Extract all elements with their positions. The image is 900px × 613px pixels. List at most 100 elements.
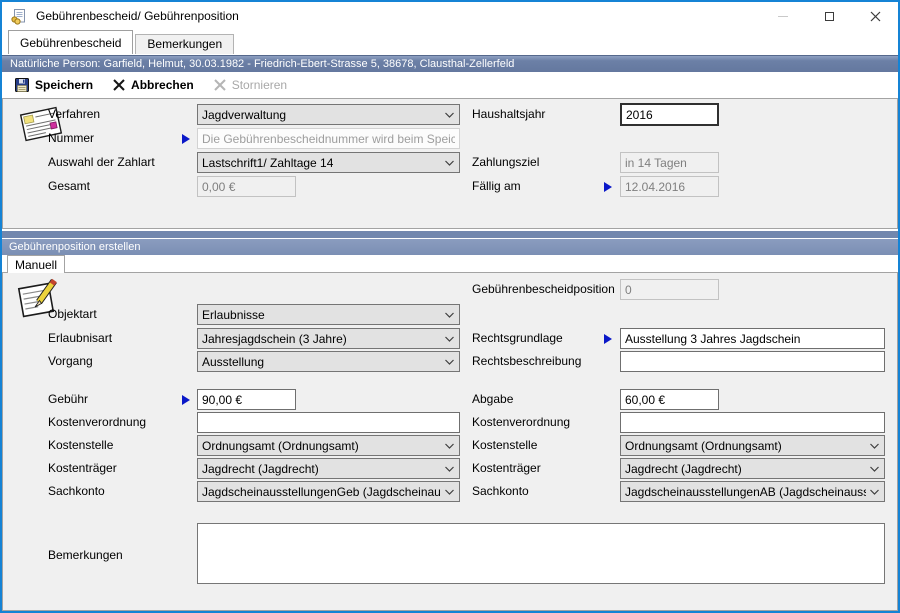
gebuehrenbescheidposition-label: Gebührenbescheidposition — [472, 279, 615, 300]
maximize-button[interactable] — [806, 2, 852, 30]
chevron-down-icon — [870, 489, 879, 495]
sachkonto-right-select[interactable]: JagdscheinausstellungenAB (Jagdscheinaus… — [620, 481, 885, 502]
zahlart-select[interactable]: Lastschrift1/ Zahltage 14 — [197, 152, 460, 173]
storno-button: Stornieren — [208, 76, 293, 94]
kostenverordnung-right-input[interactable] — [620, 412, 885, 433]
faellig-input — [620, 176, 719, 197]
toolbar: Speichern Abbrechen Stornieren — [2, 72, 898, 98]
required-arrow-icon — [182, 395, 190, 405]
chevron-down-icon — [445, 359, 454, 365]
cancel-button[interactable]: Abbrechen — [107, 76, 200, 94]
title-bar: Gebührenbescheid/ Gebührenposition — [2, 2, 898, 30]
close-button[interactable] — [852, 2, 898, 30]
bemerkungen-label: Bemerkungen — [48, 545, 123, 566]
kostenstelle-right-select[interactable]: Ordnungsamt (Ordnungsamt) — [620, 435, 885, 456]
chevron-down-icon — [445, 160, 454, 166]
haushaltsjahr-label: Haushaltsjahr — [472, 104, 545, 125]
chevron-down-icon — [445, 336, 454, 342]
haushaltsjahr-input[interactable] — [620, 103, 719, 126]
gebuehrenbescheidposition-input — [620, 279, 719, 300]
chevron-down-icon — [445, 466, 454, 472]
erlaubnisart-value: Jahresjagdschein (3 Jahre) — [202, 332, 347, 346]
kostenverordnung-right-label: Kostenverordnung — [472, 412, 570, 433]
required-arrow-icon — [182, 134, 190, 144]
objektart-label: Objektart — [48, 304, 97, 325]
rechtsbeschreibung-label: Rechtsbeschreibung — [472, 351, 581, 372]
cancel-x-icon — [113, 79, 125, 91]
sachkonto-left-select[interactable]: JagdscheinausstellungenGeb (Jagdscheinau… — [197, 481, 460, 502]
kostentraeger-right-value: Jagdrecht (Jagdrecht) — [625, 462, 742, 476]
minimize-icon — [778, 16, 788, 17]
chevron-down-icon — [445, 112, 454, 118]
zahlungsziel-label: Zahlungsziel — [472, 152, 539, 173]
section-header: Gebührenposition erstellen — [2, 239, 898, 255]
kostenstelle-left-label: Kostenstelle — [48, 435, 113, 456]
maximize-icon — [825, 12, 834, 21]
verfahren-value: Jagdverwaltung — [202, 108, 286, 122]
tab-bemerkungen[interactable]: Bemerkungen — [135, 34, 234, 54]
chevron-down-icon — [445, 489, 454, 495]
dialog-window: Gebührenbescheid/ Gebührenposition Gebüh… — [0, 0, 900, 613]
zahlungsziel-input — [620, 152, 719, 173]
save-button[interactable]: Speichern — [9, 76, 99, 94]
zahlart-value: Lastschrift1/ Zahltage 14 — [202, 156, 333, 170]
gebuehr-input[interactable] — [197, 389, 296, 410]
rechtsbeschreibung-input[interactable] — [620, 351, 885, 372]
kostenstelle-right-value: Ordnungsamt (Ordnungsamt) — [625, 439, 782, 453]
fee-document-icon — [10, 8, 27, 25]
cancel-label: Abbrechen — [131, 78, 194, 92]
kostentraeger-right-select[interactable]: Jagdrecht (Jagdrecht) — [620, 458, 885, 479]
kostentraeger-right-label: Kostenträger — [472, 458, 541, 479]
save-label: Speichern — [35, 78, 93, 92]
close-icon — [870, 11, 881, 22]
kostentraeger-left-label: Kostenträger — [48, 458, 117, 479]
kostenstelle-right-label: Kostenstelle — [472, 435, 537, 456]
kostentraeger-left-select[interactable]: Jagdrecht (Jagdrecht) — [197, 458, 460, 479]
sachkonto-right-label: Sachkonto — [472, 481, 529, 502]
bemerkungen-textarea[interactable] — [197, 523, 885, 584]
verfahren-select[interactable]: Jagdverwaltung — [197, 104, 460, 125]
zahlart-label: Auswahl der Zahlart — [48, 152, 155, 173]
kostenstelle-left-select[interactable]: Ordnungsamt (Ordnungsamt) — [197, 435, 460, 456]
abgabe-input[interactable] — [620, 389, 719, 410]
gesamt-label: Gesamt — [48, 176, 90, 197]
nummer-label: Nummer — [48, 128, 94, 149]
rechtsgrundlage-label: Rechtsgrundlage — [472, 328, 563, 349]
kostentraeger-left-value: Jagdrecht (Jagdrecht) — [202, 462, 319, 476]
kostenverordnung-left-label: Kostenverordnung — [48, 412, 146, 433]
window-title: Gebührenbescheid/ Gebührenposition — [36, 9, 239, 23]
erlaubnisart-select[interactable]: Jahresjagdschein (3 Jahre) — [197, 328, 460, 349]
sachkonto-left-value: JagdscheinausstellungenGeb (Jagdscheinau… — [202, 485, 441, 499]
caption-buttons — [760, 2, 898, 30]
vorgang-label: Vorgang — [48, 351, 93, 372]
person-info-bar: Natürliche Person: Garfield, Helmut, 30.… — [2, 55, 898, 72]
kostenverordnung-left-input[interactable] — [197, 412, 460, 433]
vorgang-value: Ausstellung — [202, 355, 264, 369]
storno-x-icon — [214, 79, 226, 91]
sachkonto-left-label: Sachkonto — [48, 481, 105, 502]
gebuehr-label: Gebühr — [48, 389, 88, 410]
chevron-down-icon — [445, 443, 454, 449]
minimize-button — [760, 2, 806, 30]
section-divider — [2, 231, 898, 238]
required-arrow-icon — [604, 334, 612, 344]
rechtsgrundlage-input[interactable] — [620, 328, 885, 349]
tab-manuell[interactable]: Manuell — [7, 255, 65, 273]
chevron-down-icon — [870, 443, 879, 449]
tab-gebuehrenbescheid[interactable]: Gebührenbescheid — [8, 30, 133, 54]
objektart-select[interactable]: Erlaubnisse — [197, 304, 460, 325]
required-arrow-icon — [604, 182, 612, 192]
erlaubnisart-label: Erlaubnisart — [48, 328, 112, 349]
kostenstelle-left-value: Ordnungsamt (Ordnungsamt) — [202, 439, 359, 453]
save-floppy-icon — [15, 78, 29, 92]
objektart-value: Erlaubnisse — [202, 308, 265, 322]
chevron-down-icon — [445, 312, 454, 318]
storno-label: Stornieren — [232, 78, 287, 92]
main-tab-strip: Gebührenbescheid Bemerkungen — [2, 30, 898, 54]
verfahren-label: Verfahren — [48, 104, 100, 125]
chevron-down-icon — [870, 466, 879, 472]
abgabe-label: Abgabe — [472, 389, 513, 410]
vorgang-select[interactable]: Ausstellung — [197, 351, 460, 372]
sachkonto-right-value: JagdscheinausstellungenAB (Jagdscheinaus… — [625, 485, 866, 499]
nummer-input[interactable] — [197, 128, 460, 149]
